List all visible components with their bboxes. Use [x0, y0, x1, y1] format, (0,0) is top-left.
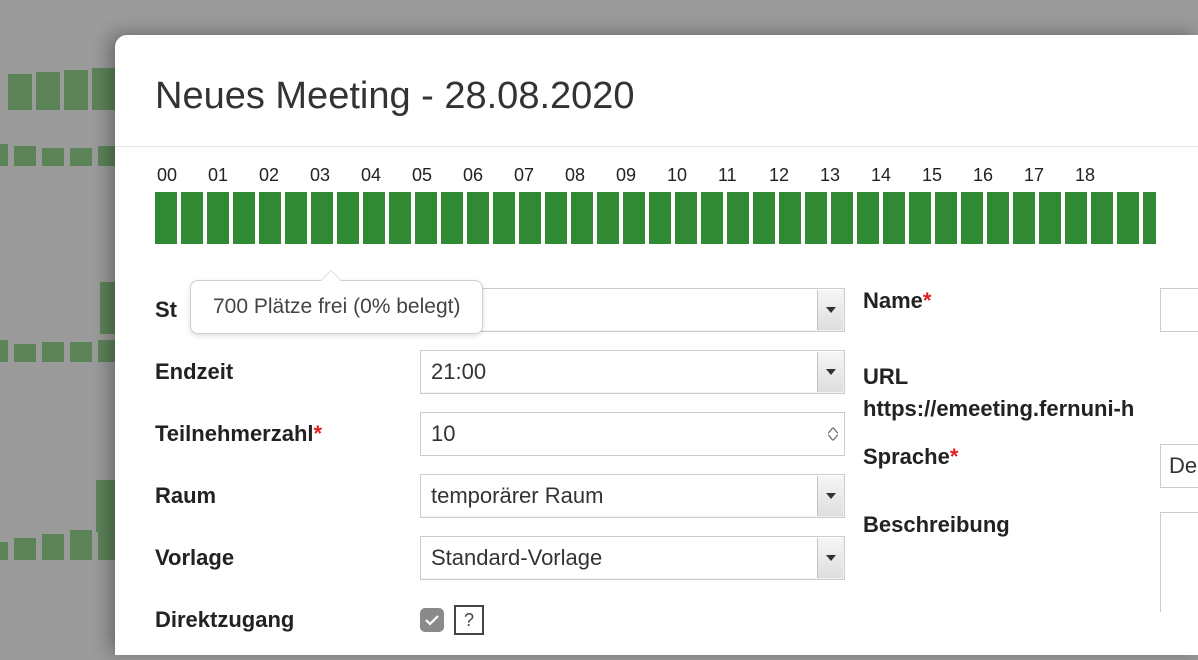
- timeline-hour-label: 02: [257, 165, 308, 186]
- timeline-slot[interactable]: [753, 192, 775, 244]
- chevron-down-icon: [817, 352, 843, 392]
- timeline-slot[interactable]: [935, 192, 957, 244]
- timeline-slot[interactable]: [1117, 192, 1139, 244]
- timeline-slot[interactable]: [597, 192, 619, 244]
- timeline-slot[interactable]: [805, 192, 827, 244]
- timeline-slot[interactable]: [467, 192, 489, 244]
- description-textarea[interactable]: [1160, 512, 1198, 612]
- timeline-hour-label: 12: [767, 165, 818, 186]
- timeline-hour-label: 10: [665, 165, 716, 186]
- timeline-slot[interactable]: [233, 192, 255, 244]
- timeline-slot[interactable]: [909, 192, 931, 244]
- timeline-hour-label: 09: [614, 165, 665, 186]
- description-label: Beschreibung: [863, 512, 1160, 538]
- timeline-hour-label: 13: [818, 165, 869, 186]
- end-time-label: Endzeit: [155, 359, 420, 385]
- direct-access-label: Direktzugang: [155, 607, 420, 633]
- timeline-hour-label: 07: [512, 165, 563, 186]
- timeline-hour-label: 08: [563, 165, 614, 186]
- timeline-slot[interactable]: [779, 192, 801, 244]
- background-bars: [0, 0, 115, 650]
- timeline-slot[interactable]: [545, 192, 567, 244]
- availability-timeline: 00010203040506070809101112131415161718: [115, 147, 1198, 258]
- timeline-hour-label: 17: [1022, 165, 1073, 186]
- timeline-slot[interactable]: [857, 192, 879, 244]
- timeline-slot[interactable]: [1013, 192, 1035, 244]
- timeline-hour-label: 15: [920, 165, 971, 186]
- timeline-slot[interactable]: [571, 192, 593, 244]
- end-time-select[interactable]: 21:00: [420, 350, 845, 394]
- language-select[interactable]: De: [1160, 444, 1198, 488]
- timeline-hour-label: 18: [1073, 165, 1124, 186]
- timeline-slot[interactable]: [519, 192, 541, 244]
- timeline-hour-label: 06: [461, 165, 512, 186]
- stepper-icon[interactable]: [828, 428, 838, 441]
- modal-title: Neues Meeting - 28.08.2020: [115, 35, 1198, 147]
- chevron-down-icon: [817, 476, 843, 516]
- name-input[interactable]: [1160, 288, 1198, 332]
- timeline-slot[interactable]: [883, 192, 905, 244]
- timeline-hour-label: 11: [716, 165, 767, 186]
- timeline-slot[interactable]: [961, 192, 983, 244]
- timeline-slot[interactable]: [259, 192, 281, 244]
- timeline-slot[interactable]: [1039, 192, 1061, 244]
- timeline-slot[interactable]: [1143, 192, 1156, 244]
- timeline-slot[interactable]: [207, 192, 229, 244]
- timeline-hour-label: 00: [155, 165, 206, 186]
- timeline-slot[interactable]: [1091, 192, 1113, 244]
- timeline-slot[interactable]: [675, 192, 697, 244]
- participants-input[interactable]: 10: [420, 412, 845, 456]
- new-meeting-modal: Neues Meeting - 28.08.2020 0001020304050…: [115, 35, 1198, 655]
- timeline-slot[interactable]: [337, 192, 359, 244]
- help-button[interactable]: ?: [454, 605, 484, 635]
- timeline-slot[interactable]: [987, 192, 1009, 244]
- timeline-slot[interactable]: [441, 192, 463, 244]
- timeline-hour-label: 03: [308, 165, 359, 186]
- timeline-slot[interactable]: [389, 192, 411, 244]
- timeline-hour-label: 14: [869, 165, 920, 186]
- template-label: Vorlage: [155, 545, 420, 571]
- name-label: Name*: [863, 288, 1160, 314]
- template-select[interactable]: Standard-Vorlage: [420, 536, 845, 580]
- timeline-slot[interactable]: [701, 192, 723, 244]
- chevron-down-icon: [817, 538, 843, 578]
- url-label: URL: [863, 364, 1198, 390]
- timeline-slot[interactable]: [181, 192, 203, 244]
- room-label: Raum: [155, 483, 420, 509]
- timeline-slot[interactable]: [649, 192, 671, 244]
- timeline-slot[interactable]: [363, 192, 385, 244]
- timeline-slot[interactable]: [623, 192, 645, 244]
- timeline-slot[interactable]: [415, 192, 437, 244]
- timeline-hour-label: 04: [359, 165, 410, 186]
- timeline-hour-label: 16: [971, 165, 1022, 186]
- timeline-slot[interactable]: [155, 192, 177, 244]
- timeline-slot[interactable]: [727, 192, 749, 244]
- url-value: https://emeeting.fernuni-h: [863, 396, 1198, 422]
- availability-tooltip: 700 Plätze frei (0% belegt): [190, 280, 483, 334]
- direct-access-checkbox[interactable]: [420, 608, 444, 632]
- timeline-slot[interactable]: [493, 192, 515, 244]
- participants-label: Teilnehmerzahl*: [155, 421, 420, 447]
- language-label: Sprache*: [863, 444, 1160, 470]
- timeline-slot[interactable]: [285, 192, 307, 244]
- room-select[interactable]: temporärer Raum: [420, 474, 845, 518]
- start-time-select[interactable]: 0: [420, 288, 845, 332]
- timeline-slot[interactable]: [311, 192, 333, 244]
- chevron-down-icon: [817, 290, 843, 330]
- timeline-hour-label: 01: [206, 165, 257, 186]
- timeline-slot[interactable]: [1065, 192, 1087, 244]
- timeline-hour-label: 05: [410, 165, 461, 186]
- timeline-slot[interactable]: [831, 192, 853, 244]
